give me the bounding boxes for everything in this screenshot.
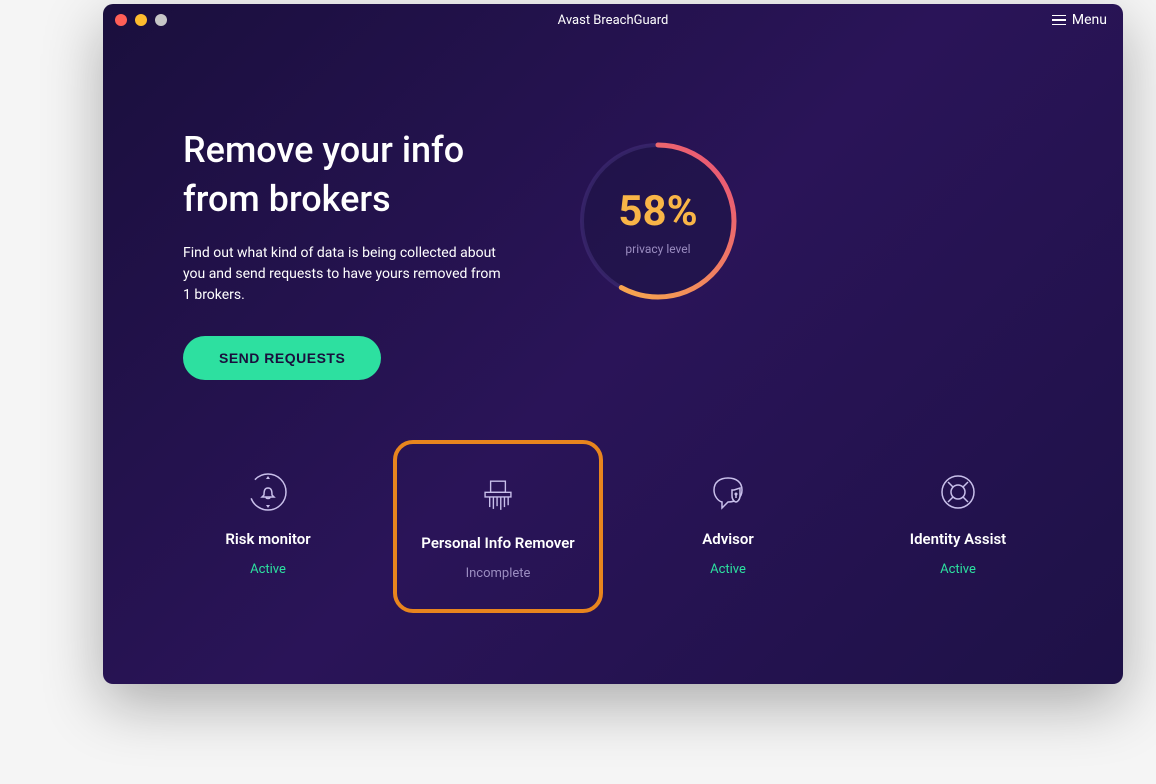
feature-status: Active <box>710 562 746 577</box>
feature-personal-info-remover[interactable]: Personal Info Remover Incomplete <box>393 440 603 613</box>
feature-status: Active <box>250 562 286 577</box>
feature-advisor[interactable]: Advisor Active <box>623 440 833 613</box>
feature-status: Active <box>940 562 976 577</box>
app-window: Avast BreachGuard Menu Remove your info … <box>103 4 1123 684</box>
feature-title: Risk monitor <box>225 530 310 548</box>
gauge-center: 58% privacy level <box>573 136 743 306</box>
menu-button[interactable]: Menu <box>1052 12 1107 28</box>
feature-risk-monitor[interactable]: Risk monitor Active <box>163 440 373 613</box>
gauge-value: 58% <box>618 187 697 236</box>
lifebuoy-icon <box>934 468 982 516</box>
page-description: Find out what kind of data is being coll… <box>183 243 503 306</box>
minimize-window-button[interactable] <box>135 14 147 26</box>
refresh-bell-icon <box>244 468 292 516</box>
feature-identity-assist[interactable]: Identity Assist Active <box>853 440 1063 613</box>
titlebar: Avast BreachGuard Menu <box>103 4 1123 36</box>
window-title: Avast BreachGuard <box>558 13 669 28</box>
traffic-lights <box>115 14 167 26</box>
page-title: Remove your info from brokers <box>183 126 543 223</box>
gauge-label: privacy level <box>625 242 690 256</box>
privacy-gauge: 58% privacy level <box>573 136 743 306</box>
feature-title: Advisor <box>702 530 753 548</box>
feature-status: Incomplete <box>466 566 531 581</box>
menu-label: Menu <box>1072 12 1107 28</box>
feature-title: Identity Assist <box>910 530 1006 548</box>
features-row: Risk monitor Active Personal Info Remove… <box>103 380 1123 613</box>
send-requests-button[interactable]: SEND REQUESTS <box>183 336 381 380</box>
hamburger-icon <box>1052 15 1066 26</box>
shredder-icon <box>474 472 522 520</box>
main-content: Remove your info from brokers Find out w… <box>103 36 1123 380</box>
maximize-window-button[interactable] <box>155 14 167 26</box>
hero-section: Remove your info from brokers Find out w… <box>183 126 543 380</box>
close-window-button[interactable] <box>115 14 127 26</box>
chat-shield-icon <box>704 468 752 516</box>
feature-title: Personal Info Remover <box>421 534 574 552</box>
